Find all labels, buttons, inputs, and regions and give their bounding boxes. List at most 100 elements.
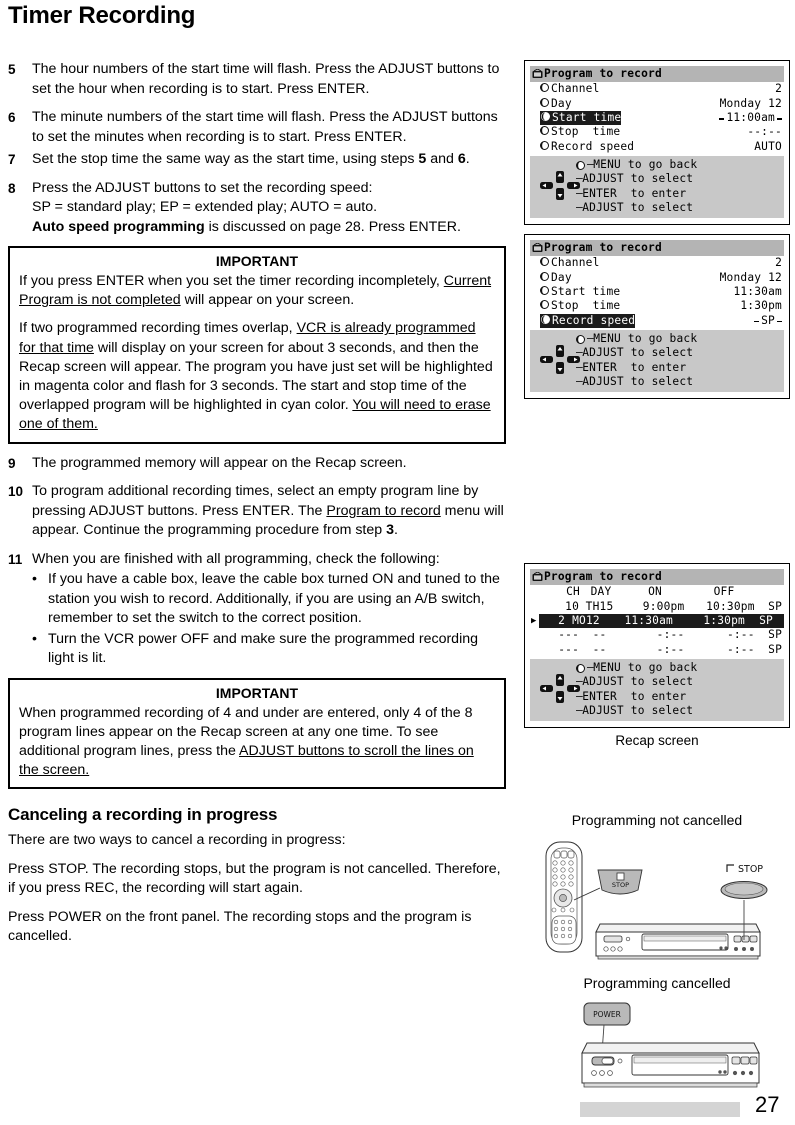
table-row[interactable]: --- -- -:-- -:-- SP (530, 628, 784, 642)
table-row[interactable]: --- -- -:-- -:-- SP (530, 643, 784, 657)
osd-help-line: — ADJUST to select (576, 374, 694, 388)
osd-row-label: Day (551, 270, 572, 284)
paragraph: Press POWER on the front panel. The reco… (8, 908, 472, 945)
cell-on: -:-- (656, 642, 685, 656)
paragraph: Press STOP. The recording stops, but the… (8, 860, 501, 897)
osd-row-label: Record speed (551, 139, 635, 153)
osd-row[interactable]: Day Monday 12 (530, 271, 784, 285)
dpad-icon (540, 674, 580, 704)
text-run: is discussed on page 28. Press ENTER. (204, 218, 461, 235)
osd-title: Program to record (544, 570, 662, 583)
osd-row-value: 11:00am (719, 111, 784, 125)
recap-screen-group: Program to record CH DAY ON OFF 10 TH15 9:00pm 1… (524, 563, 790, 748)
step-number: 5 (8, 62, 16, 77)
important-body: When programmed recording of 4 and under… (19, 704, 495, 781)
text-run: Set the stop time the same way as the st… (32, 151, 419, 167)
osd-row-label: Start time (552, 111, 622, 125)
osd-row[interactable]: Channel 2 (530, 256, 784, 270)
step-number: 6 (8, 110, 16, 125)
selection-arrow-icon: ▶ (531, 616, 537, 627)
osd-row-value: --:-- (747, 125, 782, 139)
figure-1-label: Programming not cancelled (571, 812, 743, 828)
important-body: If you press ENTER when you set the time… (19, 272, 495, 435)
osd-row[interactable]: Stop time --:-- (530, 125, 784, 139)
osd-row[interactable]: Day Monday 12 (530, 97, 784, 111)
bullet-glyph: • (32, 630, 37, 647)
bullet-icon (540, 111, 552, 125)
vcr-remote-stop-illustration: STOP STOP (545, 841, 768, 960)
osd-help-box: — MENU to go back — ADJUST to select — ENTER … (530, 330, 784, 392)
osd-row[interactable]: Start time 11:00am (530, 111, 784, 126)
left-column: Timer Recording 5 The hour numbers of the… (6, 0, 506, 956)
text-run: The hour numbers of the start time will … (32, 61, 500, 97)
osd-row[interactable]: Record speed SP (530, 313, 784, 329)
dpad-icon (540, 344, 580, 375)
osd-row-value: Monday 12 (719, 270, 782, 284)
osd-title-bar: Program to record (530, 66, 784, 83)
cell-off: 10:30pm (706, 599, 755, 613)
osd-row-value: 1:30pm (740, 299, 782, 313)
osd-screen-2: Program to record Channel 2 Day Monday 12 Sta… (524, 234, 790, 399)
paragraph: There are two ways to cancel a recording… (8, 832, 346, 849)
osd-title: Program to record (544, 241, 662, 254)
osd-help-box: — MENU to go back — ADJUST to select — ENTER … (530, 156, 784, 218)
tv-icon (532, 243, 543, 253)
flashing-value: SP (754, 314, 782, 328)
text-run: 6 (457, 151, 466, 167)
page-number: 27 (755, 1092, 780, 1117)
list-item-text: Turn the VCR power OFF and make sure the… (48, 630, 479, 667)
osd-content: Program to record Channel 2 Day Monday 12 Sta… (530, 66, 784, 218)
flashing-value: 11:00am (719, 111, 782, 125)
text-run: The programmed memory will appear on the… (32, 454, 407, 471)
tv-icon (532, 69, 543, 79)
table-row[interactable]: ▶ 2 MO12 11:30am 1:30pm SP (530, 613, 784, 629)
manual-page: Timer Recording 5 The hour numbers of the… (0, 0, 795, 1125)
bullet-icon (540, 125, 551, 139)
menu-dot-icon (576, 160, 585, 170)
figure-programming-not-cancelled: Programming not cancelled STOP STOP (524, 812, 790, 963)
dpad-icon (540, 171, 580, 201)
dpad-icon (540, 345, 580, 375)
cell-on: 11:30am (624, 614, 673, 628)
list-item: • Turn the VCR power OFF and make sure th… (32, 630, 506, 669)
page-title: Timer Recording (8, 2, 196, 29)
steps-group-2: 9 The programmed memory will appear on th… (6, 454, 506, 541)
col-on: ON (648, 585, 662, 599)
text-run: Program to record (326, 502, 441, 519)
osd-row[interactable]: Start time 11:30am (530, 285, 784, 299)
bullet-icon (540, 82, 551, 96)
step-7: 7 Set the stop time the same way as the s… (6, 150, 506, 170)
step-8: 8 Press the ADJUST buttons to set the rec… (6, 179, 506, 238)
osd-row-value: SP (754, 314, 784, 328)
osd-row[interactable]: Channel 2 (530, 82, 784, 96)
cell-off: -:-- (726, 642, 755, 656)
step-number: 10 (8, 484, 24, 500)
cell-ch: 2 (558, 614, 565, 628)
important-paragraph: If you press ENTER when you set the time… (19, 272, 495, 310)
bullet-icon (540, 314, 552, 328)
step-11-bullet-list: • If you have a cable box, leave the cabl… (32, 570, 506, 669)
cancel-section-body: There are two ways to cancel a recording… (6, 831, 506, 947)
osd-content: Program to record Channel 2 Day Monday 12 Sta… (530, 240, 784, 392)
dpad-icon (540, 170, 580, 201)
table-row[interactable]: 10 TH15 9:00pm 10:30pm SP (530, 600, 784, 614)
cell-ch: --- (558, 628, 580, 642)
cell-ch: --- (558, 642, 580, 656)
text-run: 3 (386, 522, 394, 539)
important-paragraph: If two programmed recording times overla… (19, 319, 495, 434)
col-ch: CH (566, 585, 580, 599)
osd-row[interactable]: Record speed AUTO (530, 140, 784, 154)
cell-speed: SP (768, 599, 783, 613)
important-title: IMPORTANT (215, 684, 299, 701)
cell-ch: 10 (565, 599, 580, 613)
step-number: 11 (8, 551, 23, 567)
osd-title-bar: Program to record (530, 240, 784, 257)
power-callout-label: POWER (593, 1010, 621, 1019)
bullet-icon (540, 140, 551, 154)
osd-row-value: 2 (775, 82, 782, 96)
step-text: The programmed memory will appear on the… (32, 454, 506, 474)
osd-row[interactable]: Stop time 1:30pm (530, 299, 784, 313)
text-run: If you press ENTER when you set the time… (19, 273, 444, 289)
text-run: . (394, 522, 398, 539)
osd-row-value: AUTO (754, 139, 782, 153)
